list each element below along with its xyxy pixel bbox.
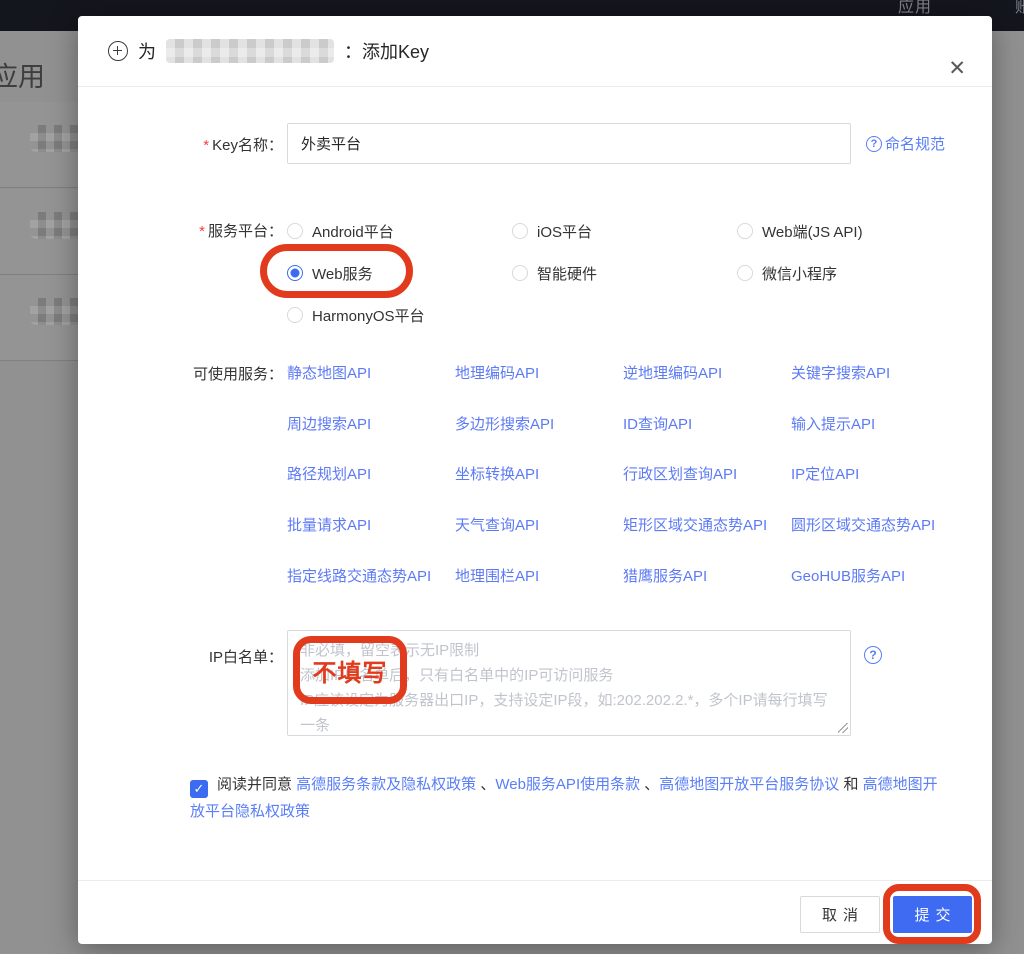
radio-label: Web服务 — [312, 263, 373, 284]
service-link[interactable]: 地理编码API — [455, 362, 623, 383]
service-link[interactable]: 静态地图API — [287, 362, 455, 383]
service-link[interactable]: 天气查询API — [455, 514, 623, 535]
ip-whitelist-field — [287, 630, 851, 736]
ip-whitelist-textarea[interactable] — [287, 630, 851, 736]
ip-whitelist-help[interactable]: ? — [864, 646, 882, 664]
service-link[interactable]: 矩形区域交通态势API — [623, 514, 791, 535]
key-name-label-text: Key名称： — [212, 137, 283, 154]
radio-ios[interactable]: iOS平台 — [512, 221, 737, 242]
terms-link-platform-service[interactable]: 高德地图开放平台服务协议 — [659, 776, 839, 793]
radio-wechat-miniprogram[interactable]: 微信小程序 — [737, 263, 962, 284]
service-link[interactable]: 坐标转换API — [455, 463, 623, 484]
available-services-list: 静态地图API 地理编码API 逆地理编码API 关键字搜索API 周边搜索AP… — [287, 347, 959, 600]
radio-label: 微信小程序 — [762, 263, 837, 284]
close-icon[interactable]: ✕ — [948, 58, 966, 79]
ip-whitelist-label-text: IP白名单： — [209, 649, 283, 666]
question-circle-icon: ? — [864, 646, 882, 664]
background-section-title: 应用 — [0, 55, 45, 94]
platform-label-text: 服务平台： — [208, 223, 283, 240]
service-link[interactable]: 指定线路交通态势API — [287, 565, 455, 586]
key-name-input[interactable] — [287, 123, 851, 164]
service-link[interactable]: 关键字搜索API — [791, 362, 959, 383]
radio-label: HarmonyOS平台 — [312, 305, 425, 326]
naming-convention-label: 命名规范 — [885, 133, 945, 154]
radio-selected-icon — [287, 265, 303, 281]
dialog-footer: 取消 提交 — [78, 880, 992, 944]
radio-web-service[interactable]: Web服务 — [287, 263, 512, 284]
ip-whitelist-label: IP白名单： — [78, 646, 283, 667]
radio-android[interactable]: Android平台 — [287, 221, 512, 242]
radio-icon — [737, 223, 753, 239]
radio-label: Web端(JS API) — [762, 221, 863, 242]
radio-icon — [737, 265, 753, 281]
service-link[interactable]: IP定位API — [791, 463, 959, 484]
radio-icon — [287, 223, 303, 239]
service-link[interactable]: 行政区划查询API — [623, 463, 791, 484]
service-link[interactable]: 周边搜索API — [287, 413, 455, 434]
service-link[interactable]: 输入提示API — [791, 413, 959, 434]
radio-web-jsapi[interactable]: Web端(JS API) — [737, 221, 962, 242]
cancel-button[interactable]: 取消 — [800, 896, 880, 933]
topnav-item-account[interactable]: 账 — [1015, 0, 1024, 17]
question-circle-icon: ? — [866, 136, 882, 152]
separator: 、 — [640, 776, 659, 793]
terms-link-privacy-policy[interactable]: 高德服务条款及隐私权政策 — [296, 776, 476, 793]
background-app-row — [0, 275, 80, 361]
radio-icon — [287, 307, 303, 323]
conjunction: 和 — [839, 776, 862, 793]
radio-smart-hardware[interactable]: 智能硬件 — [512, 263, 737, 284]
service-link[interactable]: 圆形区域交通态势API — [791, 514, 959, 535]
service-link[interactable]: 多边形搜索API — [455, 413, 623, 434]
service-link[interactable]: 逆地理编码API — [623, 362, 791, 383]
platform-label: *服务平台： — [78, 220, 283, 241]
service-link[interactable]: 批量请求API — [287, 514, 455, 535]
service-link[interactable]: ID查询API — [623, 413, 791, 434]
background-app-row — [0, 102, 80, 188]
radio-icon — [512, 265, 528, 281]
agreement-row: ✓阅读并同意 高德服务条款及隐私权政策 、Web服务API使用条款 、高德地图开… — [190, 771, 942, 825]
service-link[interactable]: 地理围栏API — [455, 565, 623, 586]
naming-convention-link[interactable]: ? 命名规范 — [866, 133, 945, 154]
add-key-dialog: 为 ：添加Key ✕ *Key名称： ? 命名规范 *服务平台： Android… — [78, 16, 992, 944]
background-app-row — [0, 189, 80, 275]
radio-harmonyos[interactable]: HarmonyOS平台 — [287, 305, 512, 326]
dialog-title-prefix: 为 — [138, 38, 156, 64]
service-link[interactable]: GeoHUB服务API — [791, 565, 959, 586]
separator: 、 — [476, 776, 495, 793]
radio-label: Android平台 — [312, 221, 394, 242]
terms-link-web-api[interactable]: Web服务API使用条款 — [495, 776, 640, 793]
service-link[interactable]: 路径规划API — [287, 463, 455, 484]
required-asterisk: * — [203, 137, 209, 154]
redacted-app-name — [30, 298, 85, 325]
agreement-checkbox[interactable]: ✓ — [190, 780, 208, 798]
circle-plus-icon — [108, 41, 128, 61]
services-label: 可使用服务： — [78, 363, 283, 384]
service-link[interactable]: 猎鹰服务API — [623, 565, 791, 586]
platform-radio-group: Android平台 iOS平台 Web端(JS API) Web服务 智能硬件 … — [287, 210, 962, 336]
radio-label: 智能硬件 — [537, 263, 597, 284]
submit-button[interactable]: 提交 — [893, 896, 972, 933]
services-label-text: 可使用服务： — [193, 366, 283, 383]
radio-label: iOS平台 — [537, 221, 592, 242]
dialog-title: 为 ：添加Key — [108, 38, 429, 64]
radio-icon — [512, 223, 528, 239]
redacted-app-name — [166, 39, 334, 63]
dialog-title-suffix: ：添加Key — [344, 38, 429, 64]
key-name-label: *Key名称： — [78, 134, 283, 155]
required-asterisk: * — [199, 223, 205, 240]
dialog-header: 为 ：添加Key ✕ — [78, 16, 992, 87]
topnav-item-apps[interactable]: 应用 — [898, 0, 932, 17]
agreement-prefix: 阅读并同意 — [217, 776, 296, 793]
